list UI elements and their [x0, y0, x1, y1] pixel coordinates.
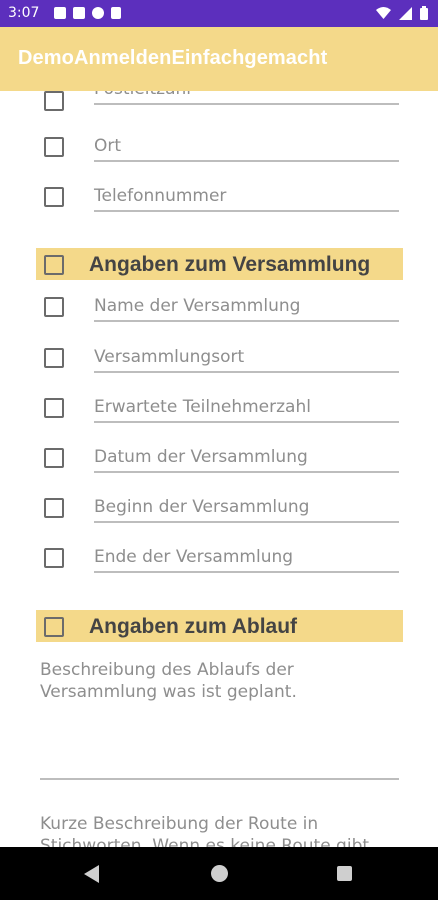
home-icon[interactable]: [211, 865, 228, 882]
ablauf-textarea-underline: [40, 778, 399, 780]
checkbox-section-versammlung[interactable]: [44, 255, 64, 275]
system-icons: [376, 6, 428, 20]
versammlungsort-field[interactable]: Versammlungsort: [94, 341, 399, 373]
row-versammlungsort: Versammlungsort: [0, 339, 438, 375]
name-versammlung-field[interactable]: Name der Versammlung: [94, 290, 399, 322]
row-name-versammlung: Name der Versammlung: [0, 288, 438, 324]
mail-icon: [54, 7, 66, 19]
image-icon: [73, 7, 85, 19]
row-telefon: Telefonnummer: [0, 178, 438, 214]
checkbox-section-ablauf[interactable]: [44, 617, 64, 637]
teilnehmerzahl-field[interactable]: Erwartete Teilnehmerzahl: [94, 391, 399, 423]
ablauf-description-field[interactable]: Beschreibung des Ablaufs der Versammlung…: [40, 659, 400, 703]
route-description-field[interactable]: Kurze Beschreibung der Route in Stichwor…: [40, 813, 400, 847]
ende-field[interactable]: Ende der Versammlung: [94, 541, 399, 573]
signal-icon: [399, 6, 412, 20]
checkbox-ort[interactable]: [44, 137, 64, 157]
app-title: DemoAnmeldenEinfachgemacht: [18, 47, 328, 69]
section-ablauf: Angaben zum Ablauf: [36, 610, 403, 642]
checkbox-name-versammlung[interactable]: [44, 297, 64, 317]
beginn-field[interactable]: Beginn der Versammlung: [94, 491, 399, 523]
sd-card-icon: [111, 7, 121, 19]
checkbox-ende[interactable]: [44, 548, 64, 568]
notification-icons: [54, 7, 121, 19]
checkbox-telefon[interactable]: [44, 187, 64, 207]
battery-icon: [420, 6, 428, 20]
row-datum: Datum der Versammlung: [0, 439, 438, 475]
checkbox-teilnehmerzahl[interactable]: [44, 398, 64, 418]
status-time: 3:07: [8, 5, 40, 21]
section-ablauf-title: Angaben zum Ablauf: [89, 615, 298, 638]
checkbox-datum[interactable]: [44, 448, 64, 468]
sync-icon: [92, 7, 104, 19]
postleitzahl-field[interactable]: Postleitzahl: [94, 91, 399, 105]
row-teilnehmerzahl: Erwartete Teilnehmerzahl: [0, 389, 438, 425]
navigation-bar: [0, 847, 438, 900]
checkbox-postleitzahl[interactable]: [44, 91, 64, 111]
row-ende: Ende der Versammlung: [0, 539, 438, 575]
telefon-field[interactable]: Telefonnummer: [94, 180, 399, 212]
app-bar: DemoAnmeldenEinfachgemacht: [0, 27, 438, 91]
section-versammlung: Angaben zum Versammlung: [36, 248, 403, 280]
row-beginn: Beginn der Versammlung: [0, 489, 438, 525]
datum-field[interactable]: Datum der Versammlung: [94, 441, 399, 473]
wifi-icon: [376, 7, 391, 19]
section-versammlung-title: Angaben zum Versammlung: [89, 253, 371, 276]
checkbox-versammlungsort[interactable]: [44, 348, 64, 368]
ort-field[interactable]: Ort: [94, 130, 399, 162]
row-ort: Ort: [0, 128, 438, 164]
row-postleitzahl: Postleitzahl: [0, 91, 438, 118]
form-scroll-area[interactable]: Postleitzahl Ort Telefonnummer Angaben z…: [0, 91, 438, 847]
recent-apps-icon[interactable]: [337, 866, 352, 881]
status-bar: 3:07: [0, 0, 438, 27]
back-icon[interactable]: [84, 865, 99, 883]
checkbox-beginn[interactable]: [44, 498, 64, 518]
